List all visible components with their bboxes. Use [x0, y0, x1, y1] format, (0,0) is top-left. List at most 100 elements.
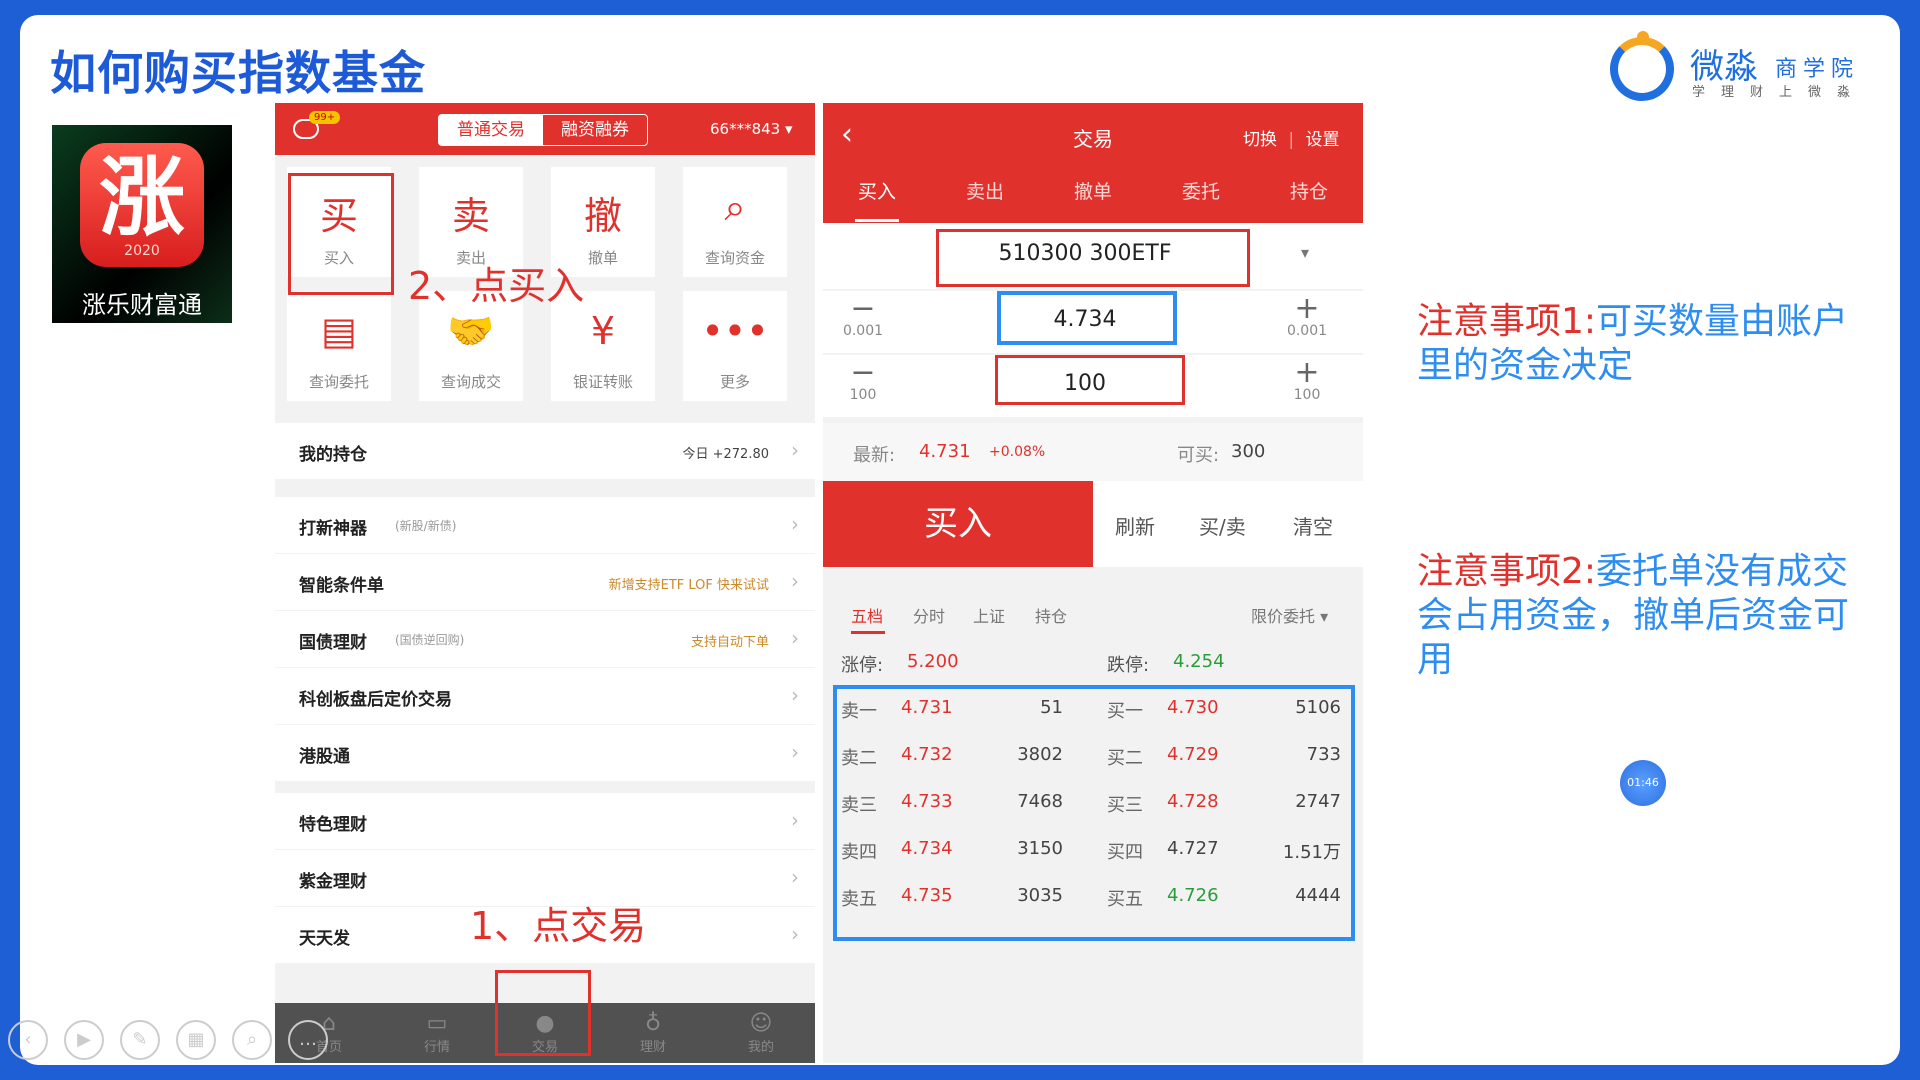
tab-shanghai[interactable]: 上证 [973, 603, 1005, 627]
clear-button[interactable]: 清空 [1293, 511, 1333, 540]
pen-icon[interactable]: ✎ [120, 1020, 160, 1060]
highlight-price [997, 291, 1177, 345]
holdings-label: 我的持仓 [299, 445, 367, 465]
note-2-label: 注意事项2: [1417, 551, 1597, 592]
more-label: 更多 [719, 373, 750, 391]
more-options-icon[interactable]: … [288, 1020, 328, 1060]
annotation-click-trade: 1、点交易 [470, 904, 647, 948]
note-2: 注意事项2:委托单没有成交会占用资金，撤单后资金可用 [1417, 550, 1857, 682]
list-item[interactable]: 打新神器 (新股/新债) › [275, 497, 815, 553]
tab-cancel[interactable]: 撤单 [1039, 177, 1147, 204]
minus-icon: − [850, 291, 876, 326]
tab-positions[interactable]: 持仓 [1255, 177, 1363, 204]
query-funds-button[interactable]: ⌕ 查询资金 [683, 167, 787, 277]
depth-tabs: 五档 分时 上证 持仓 限价委托 ▾ [823, 589, 1363, 641]
plus-icon: + [1294, 291, 1320, 326]
chevron-right-icon: › [791, 683, 799, 707]
change-percent: +0.08% [989, 444, 1046, 460]
step-label: 100 [849, 387, 877, 403]
qty-increase-button[interactable]: +100 [1267, 355, 1347, 404]
query-funds-label: 查询资金 [704, 249, 765, 267]
highlight-security-code [936, 229, 1250, 287]
step-label: 0.001 [842, 323, 884, 339]
plus-icon: + [1294, 355, 1320, 390]
row-right: 新增支持ETF LOF 快来试试 [608, 578, 769, 593]
tab-orders[interactable]: 委托 [1147, 177, 1255, 204]
depth-tab-indicator [851, 631, 885, 634]
tab-market[interactable]: ▭ 行情 [383, 1003, 491, 1063]
price-limits: 涨停: 5.200 跌停: 4.254 [823, 643, 1363, 683]
slide: 如何购买指数基金 微淼 商学院 学理财上微淼 涨 2020 涨乐财富通 99+ … [20, 15, 1900, 1065]
buy-header: ‹ 交易 切换 | 设置 买入 卖出 撤单 委托 持仓 [823, 103, 1363, 223]
brand-logo-dot [1637, 31, 1649, 43]
query-orders-button[interactable]: ▤ 查询委托 [287, 291, 391, 401]
zoom-icon[interactable]: ⌕ [232, 1020, 272, 1060]
slide-title: 如何购买指数基金 [50, 46, 426, 100]
trade-header: 99+ 普通交易 融资融券 66***843 ▾ [275, 103, 815, 155]
settings-button[interactable]: 设置 [1306, 130, 1340, 150]
list-item[interactable]: 科创板盘后定价交易 › [275, 668, 815, 724]
qty-decrease-button[interactable]: −100 [823, 355, 903, 404]
brand-sub: 商学院 [1775, 57, 1860, 82]
tab-five-levels[interactable]: 五档 [851, 603, 883, 627]
row-title: 天天发 [299, 929, 350, 949]
row-title: 紫金理财 [299, 872, 367, 892]
bank-transfer-label: 银证转账 [572, 373, 633, 391]
price-decrease-button[interactable]: −0.001 [823, 291, 903, 340]
tab-margin-trade[interactable]: 融资融券 [543, 115, 647, 145]
more-button[interactable]: ••• 更多 [683, 291, 787, 401]
active-tab-indicator [855, 219, 899, 222]
list-item[interactable]: 国债理财 (国债逆回购) 支持自动下单 › [275, 611, 815, 667]
tab-timeshare[interactable]: 分时 [913, 603, 945, 627]
buy-sell-toggle[interactable]: 买/卖 [1199, 511, 1246, 540]
submit-buy-button[interactable]: 买入 [823, 481, 1093, 567]
tab-holding[interactable]: 持仓 [1035, 603, 1067, 627]
play-icon[interactable]: ▶ [64, 1020, 104, 1060]
more-icon: ••• [701, 309, 769, 353]
brand-logo-icon [1610, 37, 1674, 101]
refresh-button[interactable]: 刷新 [1115, 511, 1155, 540]
note-1-label: 注意事项1: [1417, 301, 1597, 342]
query-orders-label: 查询委托 [308, 373, 369, 391]
step-label: 0.001 [1286, 323, 1328, 339]
tab-label: 理财 [639, 1040, 666, 1055]
order-type-label: 限价委托 [1251, 607, 1316, 626]
order-type-select[interactable]: 限价委托 ▾ [1251, 603, 1328, 627]
chevron-down-icon[interactable]: ▾ [1301, 243, 1309, 262]
row-title: 国债理财 [299, 633, 367, 653]
money-bag-icon: ♁ [644, 1011, 662, 1036]
row-right: 支持自动下单 [690, 635, 769, 650]
price-increase-button[interactable]: +0.001 [1267, 291, 1347, 340]
account-selector[interactable]: 66***843 ▾ [710, 120, 793, 138]
trade-mode-switch: 普通交易 融资融券 [438, 114, 648, 146]
chevron-right-icon: › [791, 740, 799, 764]
trade-tabs: 买入 卖出 撤单 委托 持仓 [823, 177, 1363, 204]
timer-badge[interactable]: 01:46 [1620, 760, 1666, 806]
tab-buy[interactable]: 买入 [823, 177, 931, 204]
tab-wealth[interactable]: ♁ 理财 [599, 1003, 707, 1063]
app-icon: 涨 2020 涨乐财富通 [52, 125, 232, 323]
list-item[interactable]: 港股通 › [275, 725, 815, 781]
tab-normal-trade[interactable]: 普通交易 [439, 115, 543, 145]
account-number: 66***843 [710, 120, 781, 138]
highlight-order-book [833, 685, 1355, 941]
tab-sell[interactable]: 卖出 [931, 177, 1039, 204]
quote-info: 最新: 4.731 +0.08% 可买: 300 [823, 423, 1363, 481]
back-icon[interactable]: ‹ [8, 1020, 48, 1060]
list-item[interactable]: 智能条件单 新增支持ETF LOF 快来试试 › [275, 554, 815, 610]
tab-mine[interactable]: ☺ 我的 [707, 1003, 815, 1063]
minus-icon: − [850, 355, 876, 390]
cancel-icon: 撤 [583, 194, 622, 238]
grid-icon[interactable]: ▦ [176, 1020, 216, 1060]
document-icon: ▤ [321, 309, 357, 353]
chevron-right-icon: › [791, 922, 799, 946]
chart-icon: ▭ [426, 1011, 448, 1036]
switch-button[interactable]: 切换 [1243, 130, 1277, 150]
sell-icon: 卖 [451, 194, 490, 238]
list-item[interactable]: 特色理财 › [275, 793, 815, 849]
chevron-right-icon: › [791, 569, 799, 593]
holdings-row[interactable]: 我的持仓 今日 +272.80 › [275, 423, 815, 479]
row-sub: (国债逆回购) [395, 633, 465, 647]
row-title: 打新神器 [299, 519, 367, 539]
row-title: 智能条件单 [299, 576, 384, 596]
